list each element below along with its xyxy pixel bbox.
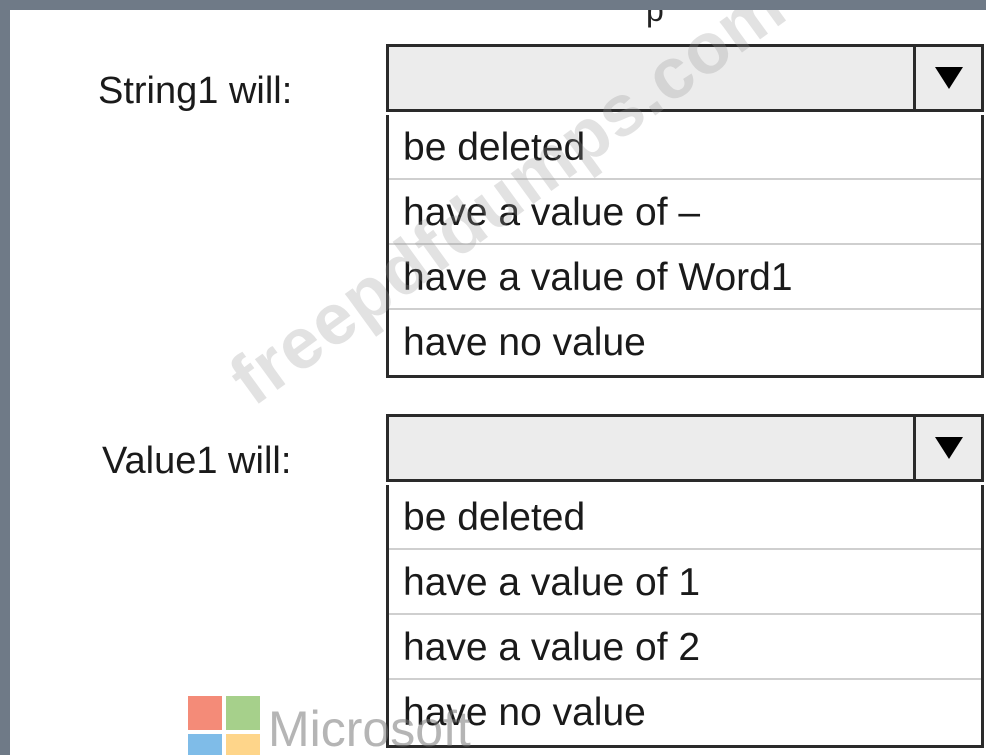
- string1-dropdown-button[interactable]: [913, 47, 981, 109]
- value1-option[interactable]: be deleted: [389, 485, 981, 550]
- string1-label: String1 will:: [98, 70, 293, 112]
- chevron-down-icon: [934, 437, 963, 459]
- value1-dropdown-button[interactable]: [913, 417, 981, 479]
- value1-label: Value1 will:: [102, 440, 292, 482]
- string1-option[interactable]: be deleted: [389, 115, 981, 180]
- value1-option[interactable]: have no value: [389, 680, 981, 745]
- value1-dropdown[interactable]: be deleted have a value of 1 have a valu…: [386, 414, 984, 748]
- string1-option[interactable]: have a value of –: [389, 180, 981, 245]
- answer-area: p String1 will: be deleted have a value …: [0, 0, 986, 755]
- logo-square-red: [188, 696, 222, 730]
- logo-square-blue: [188, 734, 222, 755]
- value1-option[interactable]: have a value of 2: [389, 615, 981, 680]
- chevron-down-icon: [934, 67, 963, 89]
- string1-options-list: be deleted have a value of – have a valu…: [386, 115, 984, 378]
- string1-select[interactable]: [386, 44, 984, 112]
- value1-select[interactable]: [386, 414, 984, 482]
- value1-option[interactable]: have a value of 1: [389, 550, 981, 615]
- string1-dropdown[interactable]: be deleted have a value of – have a valu…: [386, 44, 984, 378]
- string1-option[interactable]: have a value of Word1: [389, 245, 981, 310]
- header-text-fragment: p: [646, 0, 664, 28]
- string1-option[interactable]: have no value: [389, 310, 981, 375]
- logo-square-green: [226, 696, 260, 730]
- logo-square-yellow: [226, 734, 260, 755]
- value1-options-list: be deleted have a value of 1 have a valu…: [386, 485, 984, 748]
- microsoft-logo-icon: [188, 696, 260, 755]
